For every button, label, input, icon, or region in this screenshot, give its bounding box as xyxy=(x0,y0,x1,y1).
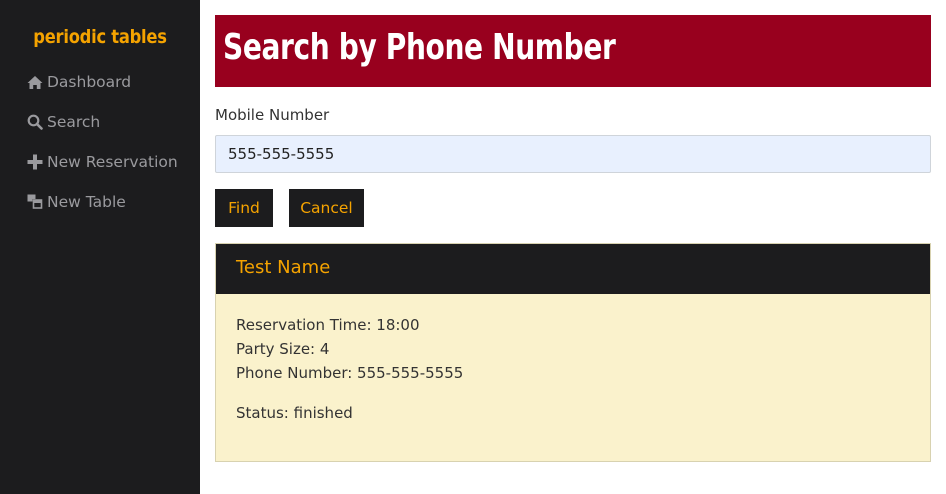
sidebar-item-label: Dashboard xyxy=(47,73,132,91)
sidebar-item-new-reservation[interactable]: New Reservation xyxy=(26,150,178,174)
reservation-card-header: Test Name xyxy=(216,244,930,294)
find-button[interactable]: Find xyxy=(215,189,273,227)
reservation-name: Test Name xyxy=(236,257,331,278)
sidebar-item-label: New Table xyxy=(47,193,126,211)
table-icon xyxy=(26,193,44,211)
mobile-number-label: Mobile Number xyxy=(215,106,330,124)
mobile-number-input[interactable] xyxy=(215,135,931,173)
app-root: periodic tables Dashboard Search New Res… xyxy=(0,0,946,494)
plus-icon xyxy=(26,153,44,171)
sidebar-item-dashboard[interactable]: Dashboard xyxy=(26,70,131,94)
sidebar-item-search[interactable]: Search xyxy=(26,110,100,134)
home-icon xyxy=(26,73,44,91)
sidebar-item-label: Search xyxy=(47,113,101,131)
cancel-button[interactable]: Cancel xyxy=(289,189,364,227)
page-title: Search by Phone Number xyxy=(223,27,616,68)
page-header: Search by Phone Number xyxy=(215,15,931,87)
reservation-card: Test Name Reservation Time: 18:00 Party … xyxy=(215,243,931,462)
sidebar-item-new-table[interactable]: New Table xyxy=(26,190,126,214)
search-icon xyxy=(26,113,44,131)
phone-number: Phone Number: 555-555-5555 xyxy=(236,364,464,382)
reservation-time: Reservation Time: 18:00 xyxy=(236,316,420,334)
party-size: Party Size: 4 xyxy=(236,340,330,358)
sidebar-item-label: New Reservation xyxy=(47,153,178,171)
sidebar: periodic tables Dashboard Search New Res… xyxy=(0,0,200,494)
brand-title[interactable]: periodic tables xyxy=(14,26,186,48)
reservation-status: Status: finished xyxy=(236,404,353,422)
